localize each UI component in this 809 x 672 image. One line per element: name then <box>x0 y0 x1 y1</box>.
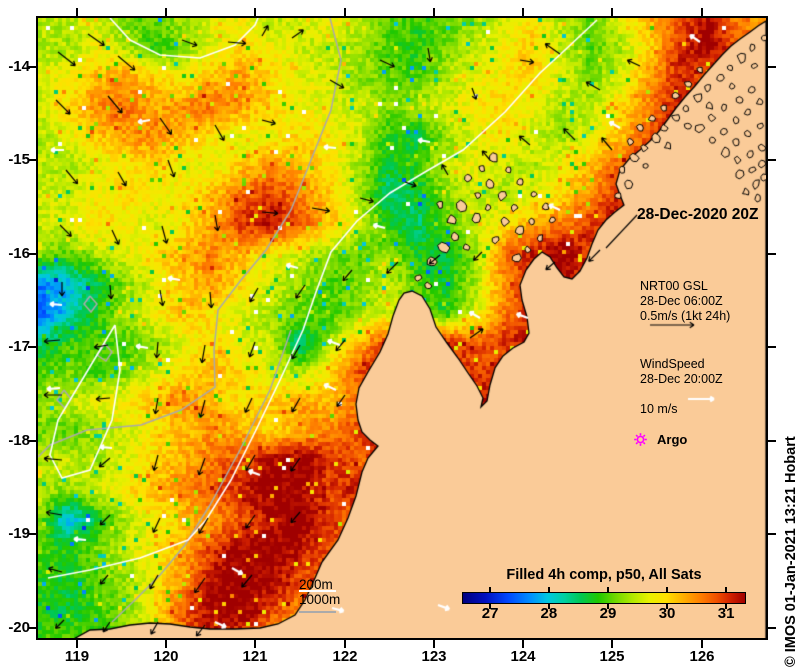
windspeed-legend-line2: 28-Dec 20:00Z <box>640 372 723 386</box>
colorbar-tick-label: 29 <box>599 605 617 622</box>
x-axis-label: 122 <box>332 648 358 665</box>
x-tick-top <box>611 8 613 16</box>
y-axis-label: -20 <box>8 619 30 636</box>
x-axis-label: 126 <box>689 648 715 665</box>
argo-label: Argo <box>657 432 688 447</box>
gsl-legend: NRT00 GSL 28-Dec 06:00Z 0.5m/s (1kt 24h) <box>640 279 730 324</box>
x-tick-bottom <box>254 640 256 648</box>
argo-marker-icon <box>634 433 647 446</box>
gsl-legend-line1: NRT00 GSL <box>640 279 708 293</box>
x-axis-label: 119 <box>64 648 90 665</box>
colorbar-tick-label: 30 <box>658 605 676 622</box>
x-tick-top <box>344 8 346 16</box>
x-tick-top <box>522 8 524 16</box>
colorbar-tick <box>489 587 492 592</box>
x-tick-bottom <box>76 640 78 648</box>
y-tick-right <box>768 159 776 161</box>
x-tick-bottom <box>433 640 435 648</box>
windspeed-legend: WindSpeed 28-Dec 20:00Z 10 m/s <box>640 357 723 417</box>
x-axis-label: 121 <box>242 648 268 665</box>
gsl-legend-line3: 0.5m/s (1kt 24h) <box>640 309 731 323</box>
sst-map-canvas <box>38 18 766 638</box>
x-axis-label: 123 <box>421 648 447 665</box>
colorbar-title: Filled 4h comp, p50, All Sats <box>506 567 702 583</box>
bathy-1000m-label: 1000m <box>299 592 341 607</box>
windspeed-legend-line3: 10 m/s <box>640 402 678 416</box>
colorbar-tick-label: 31 <box>717 605 735 622</box>
bathy-1000m-sample-line <box>299 611 336 613</box>
y-axis-label: -19 <box>8 525 30 542</box>
y-tick-right <box>768 346 776 348</box>
x-axis-label: 125 <box>599 648 625 665</box>
x-tick-top <box>433 8 435 16</box>
x-tick-bottom <box>165 640 167 648</box>
windspeed-legend-line1: WindSpeed <box>640 357 705 371</box>
x-tick-top <box>76 8 78 16</box>
x-axis-label: 120 <box>153 648 179 665</box>
x-tick-bottom <box>522 640 524 648</box>
bathy-200m-sample-line <box>299 590 336 592</box>
y-axis-label: -17 <box>8 338 30 355</box>
x-tick-bottom <box>611 640 613 648</box>
gsl-legend-line2: 28-Dec 06:00Z <box>640 294 723 308</box>
colorbar-tick-label: 27 <box>481 605 499 622</box>
x-tick-bottom <box>701 640 703 648</box>
y-tick-right <box>768 253 776 255</box>
y-axis-label: -16 <box>8 245 30 262</box>
x-tick-top <box>165 8 167 16</box>
x-tick-bottom <box>344 640 346 648</box>
x-tick-top <box>701 8 703 16</box>
colorbar-tick <box>606 587 609 592</box>
colorbar <box>462 592 746 604</box>
colorbar-tick-label: 28 <box>540 605 558 622</box>
colorbar-tick <box>547 587 550 592</box>
oceancurrent-sst-map: 119 120 121 122 123 124 125 126 -14 -15 -16 -17 -18 -… <box>0 0 809 672</box>
y-axis-label: -15 <box>8 151 30 168</box>
y-tick-right <box>768 440 776 442</box>
y-tick-right <box>768 66 776 68</box>
y-axis-label: -18 <box>8 432 30 449</box>
datetime-label: 28-Dec-2020 20Z <box>637 206 759 223</box>
colorbar-tick <box>666 587 669 592</box>
y-tick-right <box>768 627 776 629</box>
y-tick-right <box>768 533 776 535</box>
x-tick-top <box>254 8 256 16</box>
colorbar-tick <box>725 587 728 592</box>
credit-text: © IMOS 01-Jan-2021 13:21 Hobart <box>783 436 799 667</box>
x-axis-label: 124 <box>510 648 536 665</box>
y-axis-label: -14 <box>8 58 30 75</box>
